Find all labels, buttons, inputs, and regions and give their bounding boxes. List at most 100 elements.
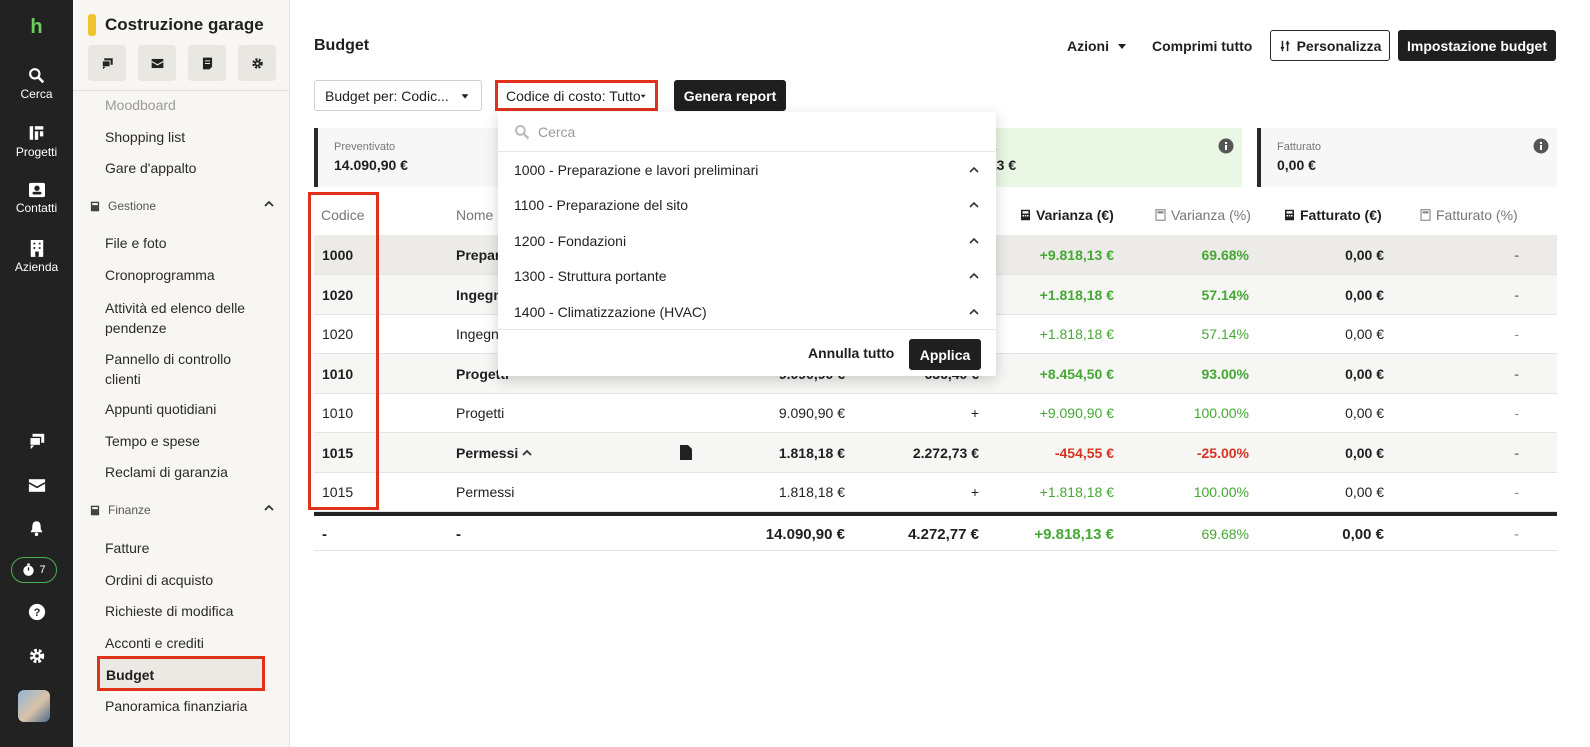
stopwatch-icon [23,563,35,576]
chevron-up-icon[interactable] [521,447,533,459]
sidebar-item-time-expenses[interactable]: Tempo e spese [105,433,200,449]
cell-variance: +9.090,90 € [1039,405,1114,421]
sidebar-item-financial-overview[interactable]: Panoramica finanziaria [105,698,247,714]
document-icon[interactable] [680,445,692,460]
dropdown-option[interactable]: 1300 - Struttura portante [498,258,996,293]
table-row[interactable]: 1015 Permessi 1.818,18 € + +1.818,18 € 1… [314,472,1557,512]
cell-actual[interactable]: + [971,405,979,421]
sidebar-item-files[interactable]: File e foto [105,235,166,251]
cost-code-filter-select[interactable]: Codice di costo: Tutto [495,80,658,111]
table-row[interactable]: 1010 Progetti 9.090,90 € + +9.090,90 € 1… [314,393,1557,433]
dropdown-option[interactable]: 1000 - Preparazione e lavori preliminari [498,152,996,187]
sidebar-item-deposits[interactable]: Acconti e crediti [105,635,204,651]
cell-actual[interactable]: + [971,484,979,500]
cell-name: Progetti [456,405,505,421]
column-header-invoiced-pct[interactable]: Fatturato (%) [1420,207,1518,223]
timer-count: 7 [39,564,46,576]
chevron-up-icon[interactable] [968,164,980,176]
apply-button[interactable]: Applica [909,339,981,370]
rail-item-contacts[interactable]: Contatti [0,182,73,215]
sidebar-item-shopping-list[interactable]: Shopping list [105,129,185,145]
chevron-up-icon[interactable] [968,235,980,247]
dropdown-search[interactable]: Cerca [498,112,996,152]
sidebar-item-schedule[interactable]: Cronoprogramma [105,267,215,283]
dropdown-option[interactable]: 1400 - Climatizzazione (HVAC) [498,294,996,329]
column-header-code[interactable]: Codice [321,207,365,223]
time-tracker-button[interactable]: 7 [11,557,57,583]
budget-by-select[interactable]: Budget per: Codic... [314,80,482,111]
column-header-variance-pct[interactable]: Varianza (%) [1155,207,1251,223]
generate-report-button[interactable]: Genera report [674,80,786,111]
caret-down-icon [461,93,469,99]
info-icon[interactable] [1218,138,1234,154]
app-logo[interactable]: h [0,16,73,39]
sidebar-item-tenders[interactable]: Gare d'appalto [105,160,196,176]
chevron-up-icon[interactable] [968,306,980,318]
column-header-name[interactable]: Nome [456,207,493,223]
rail-settings-button[interactable] [0,647,73,665]
budget-setup-button[interactable]: Impostazione budget [1398,30,1556,61]
dropdown-option[interactable]: 1100 - Preparazione del sito [498,187,996,222]
project-title[interactable]: Costruzione garage [105,15,264,35]
cell-name: Ingegn [456,326,499,342]
select-value: Codice di costo: Tutto [506,87,641,104]
table-row[interactable]: 1015 Permessi 1.818,18 € 2.272,73 € -454… [314,433,1557,473]
rail-item-search[interactable]: Cerca [0,67,73,101]
sidebar-item-budget[interactable]: Budget [97,656,265,691]
sliders-icon [1280,40,1289,51]
column-header-label: Varianza (€) [1036,207,1114,223]
column-header-variance-eur[interactable]: Varianza (€) [1020,207,1114,223]
cell-variance: +1.818,18 € [1039,484,1114,500]
cell-invoiced: 0,00 € [1345,366,1384,382]
svg-text:?: ? [33,607,40,619]
caret-down-icon [1118,43,1126,49]
column-header-label: Fatturato (%) [1436,207,1518,223]
sidebar-item-daily-logs[interactable]: Appunti quotidiani [105,401,216,417]
sidebar-item-change-orders[interactable]: Richieste di modifica [105,603,233,619]
cell-invoiced: 0,00 € [1345,484,1384,500]
option-label: 1000 - Preparazione e lavori preliminari [514,161,759,178]
dropdown-footer: Annulla tutto Applica [498,329,996,376]
search-icon [29,68,45,84]
customize-button[interactable]: Personalizza [1270,30,1390,61]
rail-item-company[interactable]: Azienda [0,239,73,274]
user-avatar[interactable] [18,690,50,722]
sidebar-item-invoices[interactable]: Fatture [105,540,149,556]
quick-settings-button[interactable] [238,45,276,81]
sidebar-section-gestione[interactable]: Gestione [90,199,275,213]
project-sidebar: Costruzione garage Moodboard Shopping li… [73,0,290,747]
rail-item-label: Contatti [15,201,58,215]
info-icon[interactable] [1533,138,1549,154]
cost-code-dropdown: Cerca 1000 - Preparazione e lavori preli… [498,112,996,376]
cell-name: Ingegn [456,287,502,303]
sidebar-item-purchase-orders[interactable]: Ordini di acquisto [105,572,213,588]
chevron-up-icon[interactable] [968,270,980,282]
page-title: Budget [314,37,370,54]
clear-all-button[interactable]: Annulla tutto [808,345,894,361]
actions-menu-button[interactable]: Azioni [1067,30,1129,61]
rail-mail-button[interactable] [0,478,73,493]
collapse-all-button[interactable]: Comprimi tutto [1152,30,1252,61]
cell-invoiced: 0,00 € [1345,287,1384,303]
dropdown-option[interactable]: 1200 - Fondazioni [498,223,996,258]
quick-mail-button[interactable] [138,45,176,81]
total-estimated: 14.090,90 € [765,526,845,543]
column-header-invoiced-eur[interactable]: Fatturato (€) [1284,207,1382,223]
sidebar-item-todos[interactable]: Attività ed elenco delle pendenze [105,298,265,338]
quick-document-button[interactable] [188,45,226,81]
sidebar-item-client-dashboard[interactable]: Pannello di controllo clienti [105,349,265,389]
sidebar-item-moodboard[interactable]: Moodboard [105,97,176,113]
rail-item-projects[interactable]: Progetti [0,124,73,159]
sidebar-section-finanze[interactable]: Finanze [90,503,275,517]
rail-help-button[interactable]: ? [0,603,73,621]
chevron-up-icon[interactable] [968,199,980,211]
cell-actual: 2.272,73 € [912,445,979,461]
sidebar-item-warranty[interactable]: Reclami di garanzia [105,464,228,480]
customize-label: Personalizza [1296,37,1382,54]
quick-chat-button[interactable] [88,45,126,81]
rail-chat-button[interactable] [0,432,73,450]
table-total-row: - - 14.090,90 € 4.272,77 € +9.818,13 € 6… [314,512,1557,551]
rail-notifications-button[interactable] [0,519,73,537]
cell-variance-pct: -25.00% [1196,445,1249,461]
cell-variance: +1.818,18 € [1039,326,1114,342]
